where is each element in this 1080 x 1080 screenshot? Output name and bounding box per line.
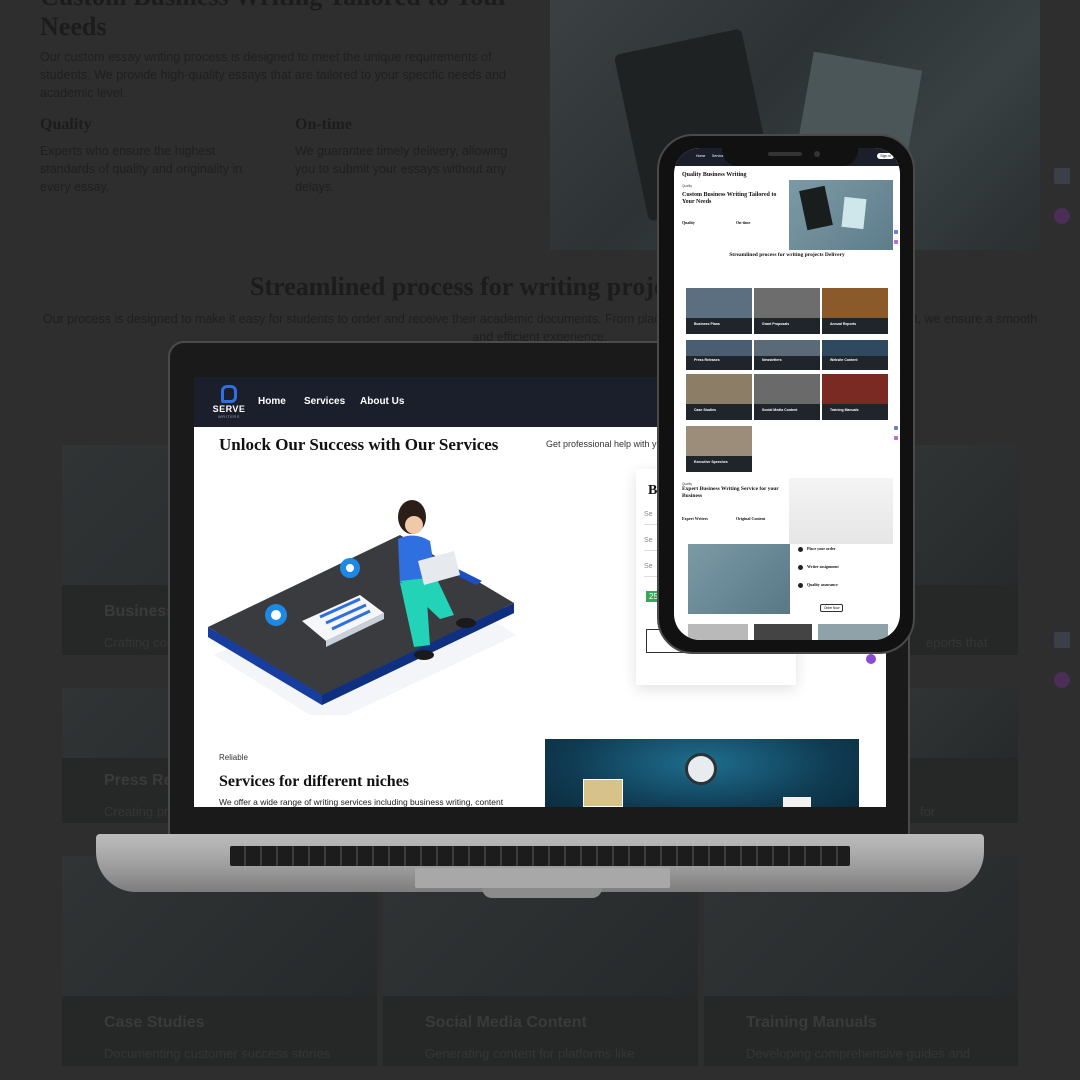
tile-executive-speeches[interactable]: Executive Speeches xyxy=(686,426,752,472)
phone-col-expert-writers: Expert Writers xyxy=(682,516,708,521)
phone-office-photo xyxy=(789,478,893,544)
services-banner-image xyxy=(545,739,859,807)
phone-eyebrow: Quality xyxy=(682,184,692,188)
nav-services-link[interactable]: Services xyxy=(304,396,345,407)
nav-about-link[interactable]: About Us xyxy=(360,396,404,407)
bg-card-right-top: eports that xyxy=(910,445,1018,655)
clock-icon xyxy=(685,753,717,785)
phone-bottom-images xyxy=(688,624,888,640)
phone-notch xyxy=(722,138,858,166)
phone-heading-3: Streamlined process for writing projects… xyxy=(729,252,845,258)
phone-nav-home[interactable]: Home xyxy=(696,154,705,158)
side-brain-icon xyxy=(894,240,898,244)
hero-subtitle: Get professional help with you xyxy=(546,439,667,449)
logo-mark-icon xyxy=(221,385,237,403)
step-dot-icon xyxy=(798,565,803,570)
phone-screen: Home Services Sign in Quality Business W… xyxy=(674,148,900,640)
phone-col-quality: Quality xyxy=(682,220,695,225)
brain-icon xyxy=(1054,208,1070,224)
phone-desk-photo-2 xyxy=(688,544,790,614)
bg-heading: Custom Business Writing Tailored to Your… xyxy=(40,0,509,41)
laptop-notch xyxy=(482,888,602,898)
phone-col-ontime: On-time xyxy=(736,220,751,225)
phone-expert-title: Expert Business Writing Service for your… xyxy=(682,486,779,499)
floating-brain-icon xyxy=(866,654,876,664)
map-board-shape xyxy=(583,779,623,807)
tile-training-manuals[interactable]: Training Manuals xyxy=(822,374,888,420)
laptop-keyboard xyxy=(230,846,850,866)
chart-sheet-shape xyxy=(783,797,811,807)
step-dot-icon xyxy=(798,547,803,552)
laptop-trackpad xyxy=(415,868,670,888)
bg-col-text-ontime: We guarantee timely delivery, allowing y… xyxy=(295,144,508,194)
bg-card-right-bottom: for xyxy=(910,688,1018,823)
bg-col-title-ontime: On-time xyxy=(295,116,352,133)
brain-icon xyxy=(1054,672,1070,688)
side-book-icon xyxy=(894,230,898,234)
phone-desk-photo xyxy=(789,180,893,250)
phone-heading-2: Custom Business Writing Tailored to Your… xyxy=(682,192,777,205)
phone-order-now-button[interactable]: Order Now xyxy=(820,604,844,612)
book-icon xyxy=(1054,632,1070,648)
tile-press-releases[interactable]: Press Releases xyxy=(686,340,752,370)
site-logo[interactable]: SERVE WRITERS xyxy=(212,385,246,419)
tile-case-studies[interactable]: Case Studies xyxy=(686,374,752,420)
bg-col-text-quality: Experts who ensure the highest standards… xyxy=(40,144,243,194)
tile-social-media[interactable]: Social Media Content xyxy=(754,374,820,420)
tile-grant-proposals[interactable]: Grant Proposals xyxy=(754,288,820,334)
phone-heading-1: Quality Business Writing xyxy=(682,172,747,178)
hero-title: Unlock Our Success with Our Services xyxy=(219,435,499,454)
tile-newsletters[interactable]: Newsletters xyxy=(754,340,820,370)
isometric-phone-illustration xyxy=(208,500,516,715)
bg-paragraph: Our custom essay writing process is desi… xyxy=(40,50,507,100)
form-heading: B xyxy=(648,483,658,498)
section-text: We offer a wide range of writing service… xyxy=(219,797,504,807)
side-brain-icon xyxy=(894,436,898,440)
nav-home-link[interactable]: Home xyxy=(258,396,286,407)
tile-website-content[interactable]: Website Content xyxy=(822,340,888,370)
phone-col-original-content: Original Content xyxy=(736,516,766,521)
camera-icon xyxy=(814,151,820,157)
bg-col-title-quality: Quality xyxy=(40,116,92,133)
tile-business-plans[interactable]: Business Plans xyxy=(686,288,752,334)
book-icon xyxy=(1054,168,1070,184)
speaker-grille xyxy=(768,152,802,156)
phone-signin-button[interactable]: Sign in xyxy=(877,153,894,159)
section-eyebrow: Reliable xyxy=(219,753,248,762)
tile-annual-reports[interactable]: Annual Reports xyxy=(822,288,888,334)
side-book-icon xyxy=(894,426,898,430)
section-title: Services for different niches xyxy=(219,773,410,790)
step-dot-icon xyxy=(798,583,803,588)
